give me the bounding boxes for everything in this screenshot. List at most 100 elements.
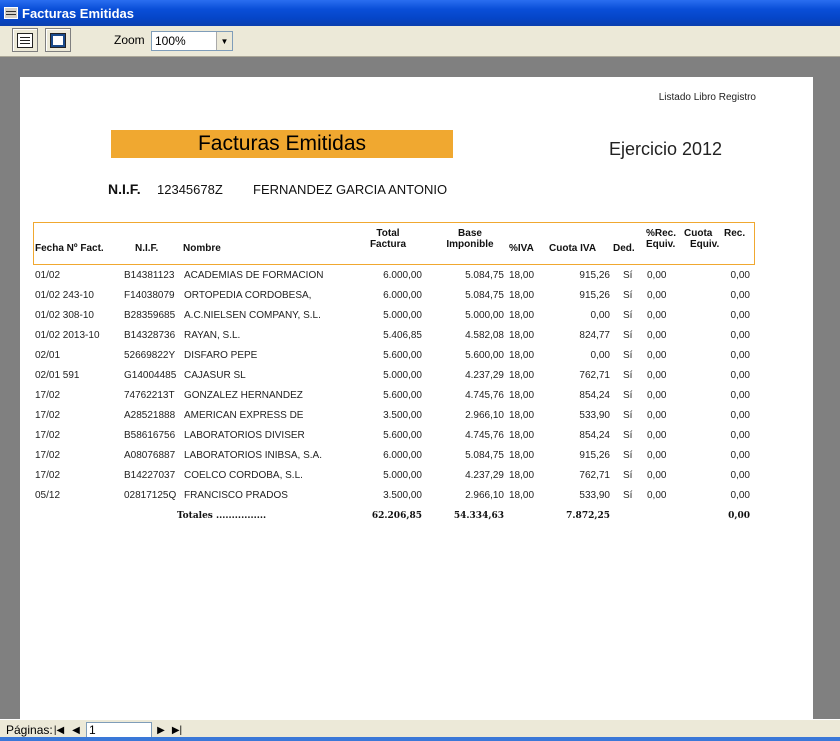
cell-fecha: 02/01 xyxy=(35,350,61,361)
totals-cuota-iva: 7.872,25 xyxy=(566,511,610,521)
cell-total: 6.000,00 xyxy=(383,450,422,461)
cell-ded: Sí xyxy=(623,430,633,441)
cell-rec: 0,00 xyxy=(647,370,667,381)
cell-nombre: AMERICAN EXPRESS DE xyxy=(184,410,304,421)
cell-total: 3.500,00 xyxy=(383,410,422,421)
cell-rec: 0,00 xyxy=(647,430,667,441)
table-row: 02/01 52669822Y DISFARO PEPE 5.600,00 5.600,… xyxy=(20,350,813,370)
header-total-1: Total xyxy=(376,228,400,239)
cell-fecha: 17/02 xyxy=(35,410,61,421)
cell-ded: Sí xyxy=(623,290,633,301)
cell-ded: Sí xyxy=(623,390,633,401)
page-number-input[interactable]: 1 xyxy=(86,722,152,738)
cell-total: 5.406,85 xyxy=(383,330,422,341)
cell-fecha: 01/02 243-10 xyxy=(35,290,94,301)
holder-name: FERNANDEZ GARCIA ANTONIO xyxy=(253,182,448,197)
table-row: 17/02 B58616756 LABORATORIOS DIVISER 5.600,… xyxy=(20,430,813,450)
header-ded: Ded. xyxy=(613,243,635,254)
prev-page-icon[interactable]: ◀ xyxy=(70,723,82,737)
exercise-year: Ejercicio 2012 xyxy=(609,139,723,159)
cell-nif: F14038079 xyxy=(124,290,175,301)
cell-cuota-rec: 0,00 xyxy=(730,490,750,501)
totals-total: 62.206,85 xyxy=(371,511,422,521)
cell-cuota-iva: 0,00 xyxy=(590,350,610,361)
cell-base: 5.600,00 xyxy=(465,350,504,361)
cell-ded: Sí xyxy=(623,410,633,421)
cell-base: 4.237,29 xyxy=(465,470,504,481)
cell-iva: 18,00 xyxy=(509,450,535,461)
nif-label: N.I.F. xyxy=(108,181,141,197)
cell-rec: 0,00 xyxy=(647,470,667,481)
taskbar-edge xyxy=(0,737,840,741)
window-icon xyxy=(4,7,18,19)
cell-fecha: 17/02 xyxy=(35,470,61,481)
cell-base: 4.237,29 xyxy=(465,370,504,381)
table-row: 17/02 74762213T GONZALEZ HERNANDEZ 5.600,00… xyxy=(20,390,813,410)
cell-nif: 02817125Q xyxy=(124,490,177,501)
cell-fecha: 01/02 2013-10 xyxy=(35,330,100,341)
cell-base: 5.084,75 xyxy=(465,290,504,301)
cell-base: 2.966,10 xyxy=(465,490,504,501)
cell-total: 5.600,00 xyxy=(383,350,422,361)
close-report-button[interactable] xyxy=(45,28,71,52)
cell-cuota-rec: 0,00 xyxy=(730,310,750,321)
cell-rec: 0,00 xyxy=(647,270,667,281)
cell-iva: 18,00 xyxy=(509,290,535,301)
cell-rec: 0,00 xyxy=(647,490,667,501)
cell-total: 5.600,00 xyxy=(383,390,422,401)
cell-cuota-rec: 0,00 xyxy=(730,410,750,421)
cell-iva: 18,00 xyxy=(509,410,535,421)
cell-rec: 0,00 xyxy=(647,310,667,321)
cell-nombre: GONZALEZ HERNANDEZ xyxy=(184,390,303,401)
cell-cuota-rec: 0,00 xyxy=(730,390,750,401)
totals-row: Totales ................ 62.206,85 54.33… xyxy=(20,511,813,525)
header-iva: %IVA xyxy=(509,243,534,254)
cell-total: 5.600,00 xyxy=(383,430,422,441)
totals-label: Totales ................ xyxy=(177,511,267,521)
cell-cuota-iva: 915,26 xyxy=(579,450,610,461)
cell-rec: 0,00 xyxy=(647,350,667,361)
cell-cuota-rec: 0,00 xyxy=(730,350,750,361)
first-page-icon[interactable]: |◀ xyxy=(53,723,65,737)
cell-nombre: FRANCISCO PRADOS xyxy=(184,490,288,501)
cell-iva: 18,00 xyxy=(509,430,535,441)
cell-nif: A08076887 xyxy=(124,450,176,461)
cell-cuota-iva: 915,26 xyxy=(579,270,610,281)
cell-base: 5.084,75 xyxy=(465,450,504,461)
cell-iva: 18,00 xyxy=(509,390,535,401)
cell-fecha: 05/12 xyxy=(35,490,61,501)
header-cuota-rec-2: Equiv. xyxy=(690,239,720,250)
cell-rec: 0,00 xyxy=(647,390,667,401)
cell-nombre: ORTOPEDIA CORDOBESA, xyxy=(184,290,312,301)
table-row: 17/02 B14227037 COELCO CORDOBA, S.L. 5.000,… xyxy=(20,470,813,490)
header-fecha: Fecha Nº Fact. xyxy=(35,243,104,254)
cell-ded: Sí xyxy=(623,310,633,321)
cell-cuota-iva: 854,24 xyxy=(579,390,610,401)
cell-base: 2.966,10 xyxy=(465,410,504,421)
cell-nombre: LABORATORIOS INIBSA, S.A. xyxy=(184,450,323,461)
cell-fecha: 17/02 xyxy=(35,450,61,461)
next-page-icon[interactable]: ▶ xyxy=(155,723,167,737)
cell-iva: 18,00 xyxy=(509,490,535,501)
last-page-icon[interactable]: ▶| xyxy=(171,723,183,737)
cell-ded: Sí xyxy=(623,450,633,461)
cell-cuota-iva: 762,71 xyxy=(579,370,610,381)
cell-cuota-rec: 0,00 xyxy=(730,330,750,341)
cell-cuota-iva: 762,71 xyxy=(579,470,610,481)
cell-ded: Sí xyxy=(623,350,633,361)
print-button[interactable] xyxy=(12,28,38,52)
close-report-icon xyxy=(50,32,66,48)
chevron-down-icon[interactable]: ▼ xyxy=(216,32,232,50)
cell-total: 3.500,00 xyxy=(383,490,422,501)
cell-base: 4.582,08 xyxy=(465,330,504,341)
zoom-select[interactable]: 100% ▼ xyxy=(151,31,233,51)
cell-cuota-iva: 824,77 xyxy=(579,330,610,341)
printer-icon xyxy=(17,32,33,48)
header-base-1: Base xyxy=(458,228,482,239)
cell-total: 5.000,00 xyxy=(383,310,422,321)
cell-iva: 18,00 xyxy=(509,370,535,381)
cell-rec: 0,00 xyxy=(647,330,667,341)
cell-iva: 18,00 xyxy=(509,470,535,481)
table-row: 17/02 A28521888 AMERICAN EXPRESS DE 3.500,0… xyxy=(20,410,813,430)
report-subtitle: Listado Libro Registro xyxy=(658,92,756,103)
